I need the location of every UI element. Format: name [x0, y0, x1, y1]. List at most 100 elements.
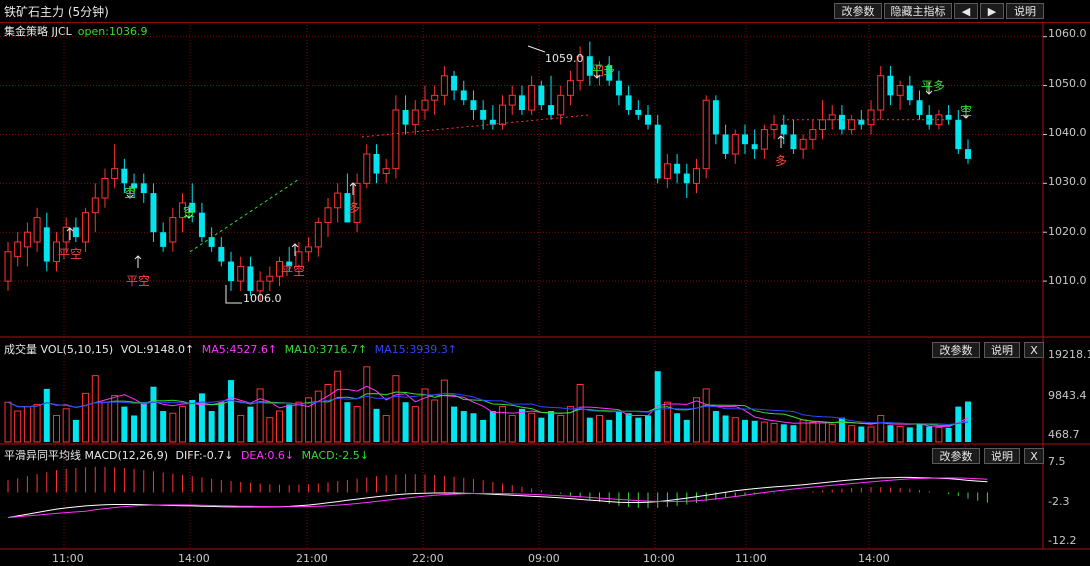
volume-help-button[interactable]: 说明 [984, 342, 1020, 358]
candle-body [266, 275, 274, 282]
volume-bar [140, 402, 147, 442]
candle-body [43, 227, 50, 262]
candle-body [392, 109, 400, 170]
candle-body [965, 149, 971, 159]
candle-body [499, 104, 507, 126]
macd-change-params-button[interactable]: 改参数 [932, 448, 980, 464]
candle-body [809, 129, 817, 140]
trend-line [189, 178, 301, 253]
candle-body [373, 154, 380, 174]
volume-bar [52, 414, 60, 443]
candle-body [838, 114, 845, 130]
candle-body [228, 261, 235, 282]
signal-close-short: 平空 [58, 247, 83, 261]
volume-bar [305, 397, 313, 443]
candle-body [208, 237, 215, 247]
volume-bar [382, 414, 390, 443]
dea-line [7, 477, 988, 519]
volume-bar [431, 399, 439, 443]
volume-bar [760, 421, 768, 443]
dea-value: DEA:0.6↓ [240, 449, 295, 462]
low-marker [225, 285, 242, 304]
volume-bar [586, 417, 593, 442]
candle-body [518, 95, 525, 110]
candle-body [324, 207, 332, 223]
candle-body [470, 100, 477, 110]
diff-line [7, 476, 988, 519]
macd-close-button[interactable]: X [1024, 448, 1044, 464]
volume-bar [887, 425, 894, 442]
volume-tick: 19218.1 [1048, 348, 1090, 361]
candle-body [848, 119, 856, 131]
candle-body [451, 75, 458, 91]
time-tick: 11:00 [735, 552, 767, 565]
volume-bar [848, 425, 856, 443]
volume-bar [751, 420, 758, 442]
candle-body [877, 75, 885, 111]
candle-body [198, 212, 205, 238]
candle-body [218, 246, 225, 262]
volume-bar [528, 412, 536, 443]
candle-body [722, 134, 729, 154]
volume-bar [91, 375, 99, 443]
volume-bar [828, 423, 836, 443]
volume-bar [625, 413, 632, 442]
time-tick: 09:00 [528, 552, 560, 565]
volume-bar [731, 417, 739, 443]
candle-body [402, 110, 409, 125]
volume-bar [33, 403, 41, 443]
signal-long: 多 [348, 201, 361, 215]
candle-body [4, 251, 12, 282]
volume-bar [373, 408, 380, 442]
price-tick: 1060.0 [1048, 27, 1087, 40]
candle-body [731, 133, 739, 155]
candle-body [160, 232, 167, 247]
candle-body [770, 124, 778, 131]
volume-change-params-button[interactable]: 改参数 [932, 342, 980, 358]
volume-bar [576, 384, 584, 443]
candle-body [150, 193, 157, 233]
macd-value: MACD:-2.5↓ [301, 449, 369, 462]
time-tick: 14:00 [858, 552, 890, 565]
candle-body [654, 124, 661, 179]
candle-body [819, 119, 827, 131]
volume-bar [548, 411, 555, 442]
volume-value: VOL:9148.0↑ [120, 343, 195, 356]
volume-bar [266, 417, 274, 443]
price-tick: 1050.0 [1048, 77, 1087, 90]
time-tick: 21:00 [296, 552, 328, 565]
candle-body [712, 100, 719, 135]
candle-body [508, 94, 516, 106]
volume-bar [906, 427, 913, 442]
candle-body [431, 94, 439, 101]
volume-bar [169, 412, 177, 443]
candle-body [702, 99, 710, 170]
candle-body [896, 85, 904, 96]
candle-body [121, 168, 128, 184]
candle-body [440, 75, 448, 96]
volume-bar [198, 393, 205, 442]
volume-bar [935, 426, 943, 443]
volume-bar [508, 414, 516, 443]
volume-bar [402, 402, 409, 442]
macd-tick: -2.3 [1048, 495, 1070, 508]
volume-bar [121, 406, 128, 442]
candle-body [645, 114, 651, 125]
candle-body [674, 163, 681, 174]
volume-close-button[interactable]: X [1024, 342, 1044, 358]
signal-close-short: 平空 [281, 264, 306, 278]
candle-body [867, 109, 875, 126]
volume-bar [179, 406, 187, 443]
volume-bar [722, 415, 729, 442]
time-tick: 11:00 [52, 552, 84, 565]
macd-help-button[interactable]: 说明 [984, 448, 1020, 464]
candle-body [247, 266, 254, 291]
volume-bar [101, 401, 109, 443]
ma15-value: MA15:3939.3↑ [374, 343, 458, 356]
volume-bar [741, 419, 748, 442]
candle-body [625, 95, 632, 110]
volume-bar [160, 411, 167, 442]
volume-bar [858, 426, 865, 442]
volume-bar [72, 419, 79, 442]
volume-bar [663, 401, 671, 443]
